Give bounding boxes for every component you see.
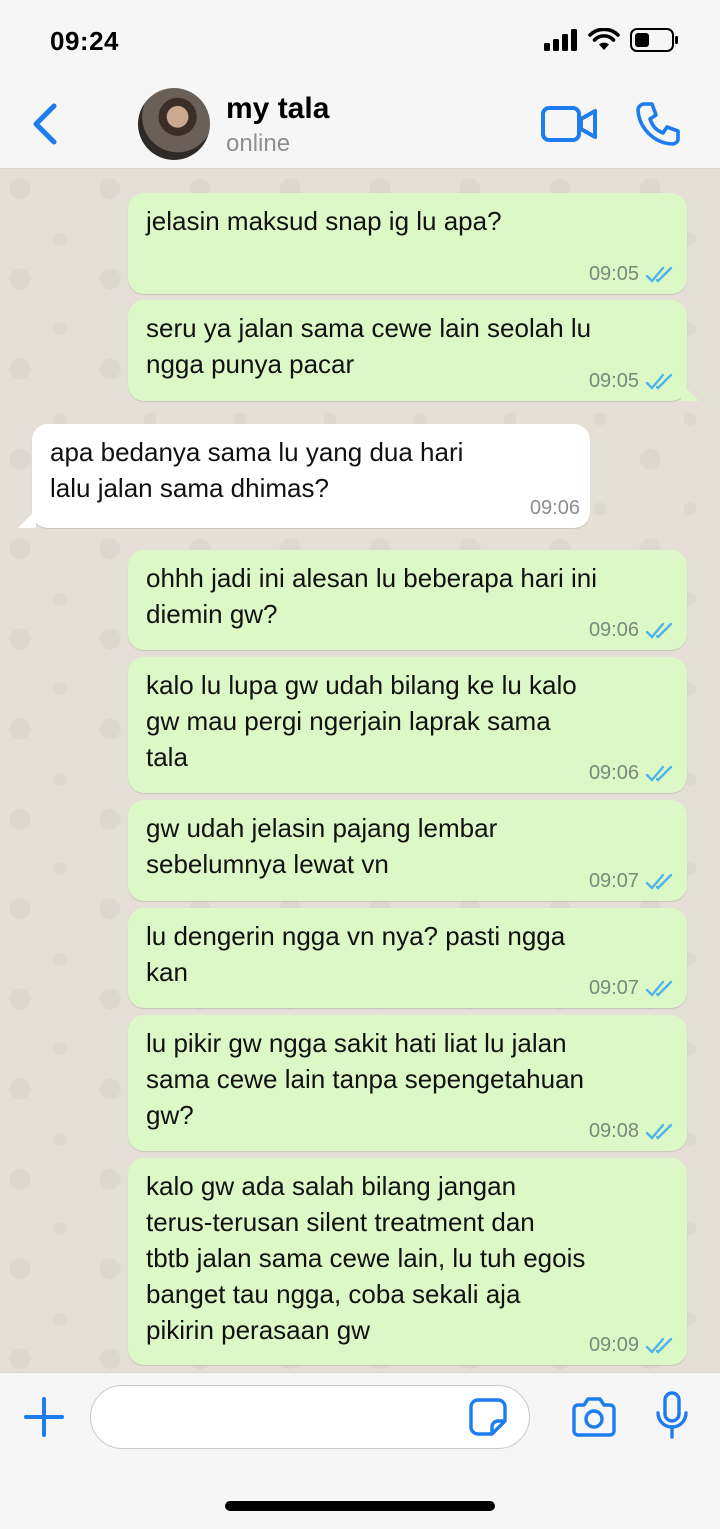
- message-bubble-outgoing[interactable]: lu dengerin ngga vn nya? pasti ngga kan …: [128, 908, 687, 1008]
- double-check-read-icon: [645, 266, 673, 283]
- sticker-icon[interactable]: [468, 1397, 508, 1437]
- message-meta: 09:08: [589, 1120, 677, 1143]
- bubble-tail: [18, 510, 36, 528]
- message-bubble-outgoing[interactable]: gw udah jelasin pajang lembar sebelumnya…: [128, 800, 687, 901]
- chat-messages-area[interactable]: jelasin maksud snap ig lu apa? 09:05 ser…: [0, 169, 720, 1372]
- message-time: 09:07: [588, 870, 639, 892]
- message-input[interactable]: [111, 1400, 475, 1436]
- message-text: kalo gw ada salah bilang jangan terus-te…: [146, 1171, 586, 1345]
- message-bubble-outgoing[interactable]: ohhh jadi ini alesan lu beberapa hari in…: [128, 550, 687, 650]
- message-meta: 09:06: [530, 497, 580, 520]
- message-time: 09:05: [588, 370, 639, 392]
- message-meta: 09:06: [589, 762, 677, 785]
- double-check-read-icon: [645, 1123, 673, 1140]
- message-time: 09:07: [588, 977, 639, 999]
- message-bubble-outgoing[interactable]: kalo gw ada salah bilang jangan terus-te…: [128, 1158, 687, 1365]
- double-check-read-icon: [645, 622, 673, 639]
- message-text: jelasin maksud snap ig lu apa?: [146, 206, 502, 236]
- contact-avatar[interactable]: [138, 88, 210, 160]
- chat-header: my tala online: [0, 80, 720, 169]
- message-time: 09:06: [588, 762, 639, 784]
- cellular-signal-icon: [544, 29, 577, 51]
- bubble-tail: [681, 383, 699, 401]
- message-bubble-outgoing[interactable]: jelasin maksud snap ig lu apa? 09:05: [128, 193, 687, 294]
- composer-bar: [0, 1372, 720, 1529]
- message-input-container[interactable]: [90, 1385, 530, 1449]
- status-icons: [544, 28, 680, 52]
- message-meta: 09:09: [589, 1334, 677, 1357]
- message-bubble-outgoing[interactable]: kalo lu lupa gw udah bilang ke lu kalo g…: [128, 657, 687, 793]
- message-meta: 09:07: [589, 870, 677, 893]
- double-check-read-icon: [645, 373, 673, 390]
- battery-icon: [630, 28, 678, 52]
- message-meta: 09:05: [589, 263, 677, 286]
- message-text: lu pikir gw ngga sakit hati liat lu jala…: [146, 1028, 584, 1130]
- message-meta: 09:07: [589, 977, 677, 1000]
- double-check-read-icon: [645, 980, 673, 997]
- message-text: apa bedanya sama lu yang dua hari lalu j…: [50, 437, 464, 503]
- message-time: 09:08: [588, 1120, 639, 1142]
- message-meta: 09:06: [589, 619, 677, 642]
- video-call-icon[interactable]: [540, 102, 598, 146]
- message-meta: 09:05: [589, 370, 677, 393]
- message-time: 09:06: [529, 497, 580, 519]
- message-time: 09:06: [588, 619, 639, 641]
- message-time: 09:09: [588, 1334, 639, 1356]
- phone-call-icon[interactable]: [634, 100, 682, 148]
- double-check-read-icon: [645, 1337, 673, 1354]
- microphone-icon[interactable]: [654, 1391, 690, 1441]
- message-bubble-outgoing[interactable]: seru ya jalan sama cewe lain seolah lu n…: [128, 300, 699, 401]
- message-time: 09:05: [588, 263, 639, 285]
- back-chevron-icon[interactable]: [28, 100, 64, 148]
- contact-name[interactable]: my tala: [226, 92, 329, 126]
- double-check-read-icon: [645, 873, 673, 890]
- camera-icon[interactable]: [570, 1395, 618, 1439]
- home-indicator: [225, 1501, 495, 1511]
- message-bubble-incoming[interactable]: apa bedanya sama lu yang dua hari lalu j…: [18, 424, 590, 528]
- plus-icon[interactable]: [22, 1395, 66, 1439]
- wifi-icon: [588, 28, 620, 50]
- message-bubble-outgoing[interactable]: lu pikir gw ngga sakit hati liat lu jala…: [128, 1015, 687, 1151]
- status-time: 09:24: [50, 26, 119, 56]
- message-text: kalo lu lupa gw udah bilang ke lu kalo g…: [146, 670, 577, 772]
- double-check-read-icon: [645, 765, 673, 782]
- contact-status: online: [226, 130, 291, 157]
- status-bar: 09:24: [0, 0, 720, 80]
